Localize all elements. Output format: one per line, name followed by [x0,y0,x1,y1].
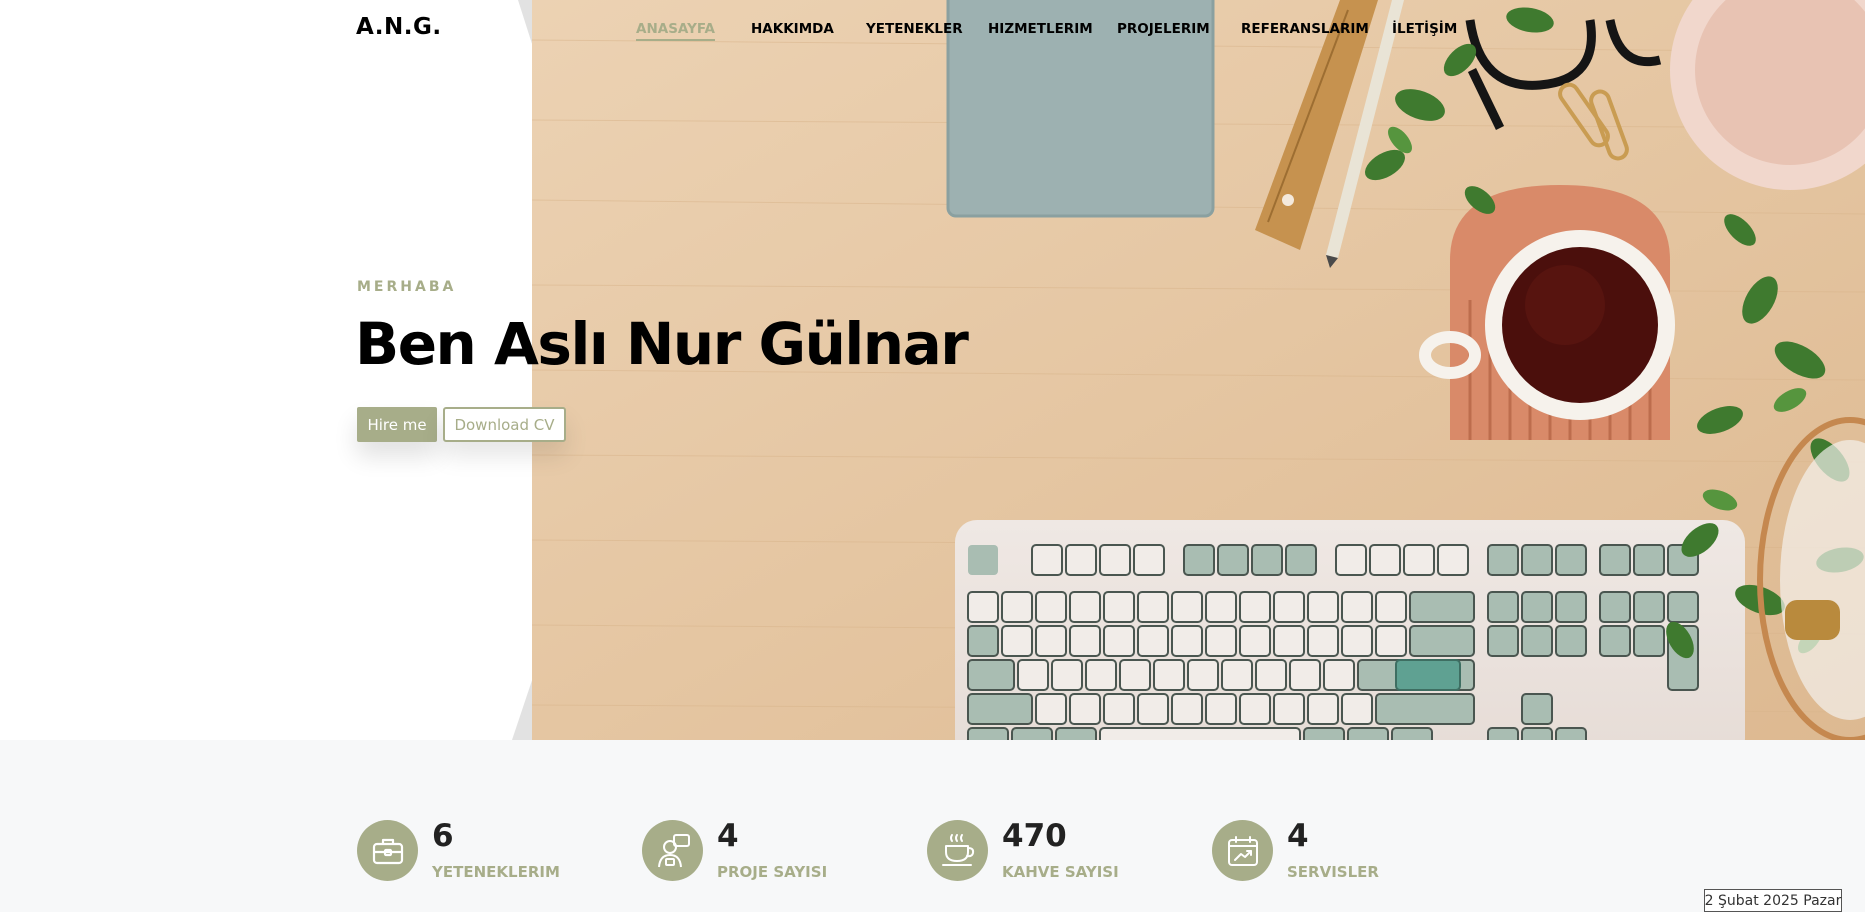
calendar-growth-icon [1212,820,1273,881]
stat-label: YETENEKLERIM [432,863,560,881]
stat-label: SERVISLER [1287,863,1379,881]
stat-value: 6 [432,818,454,854]
coffee-icon [927,820,988,881]
hire-me-button[interactable]: Hire me [357,407,437,442]
date-display: 2 Şubat 2025 Pazar [1704,889,1842,912]
nav-link-iletisim[interactable]: İLETİŞİM [1392,21,1457,37]
nav-link-projelerim[interactable]: PROJELERIM [1117,21,1210,37]
stat-label: KAHVE SAYISI [1002,863,1119,881]
download-cv-button[interactable]: Download CV [443,407,566,442]
hero-greeting: MERHABA [357,279,457,295]
stat-value: 4 [717,818,739,854]
stat-label: PROJE SAYISI [717,863,828,881]
nav-link-anasayfa[interactable]: ANASAYFA [636,21,715,41]
nav-link-referanslarim[interactable]: REFERANSLARIM [1241,21,1369,37]
main-navigation: ANASAYFA HAKKIMDA YETENEKLER HIZMETLERIM… [0,21,1865,43]
hero-title: Ben Aslı Nur Gülnar [355,310,969,378]
nav-link-hakkimda[interactable]: HAKKIMDA [751,21,834,37]
hero-section: A.N.G. ANASAYFA HAKKIMDA YETENEKLER HIZM… [0,0,1865,740]
nav-link-hizmetlerim[interactable]: HIZMETLERIM [988,21,1093,37]
stat-value: 470 [1002,818,1067,854]
briefcase-icon [357,820,418,881]
developer-icon [642,820,703,881]
stats-section: 6 YETENEKLERIM 4 PROJE SAYISI 470 KAHVE … [0,740,1865,912]
stat-value: 4 [1287,818,1309,854]
nav-link-yetenekler[interactable]: YETENEKLER [866,21,963,37]
